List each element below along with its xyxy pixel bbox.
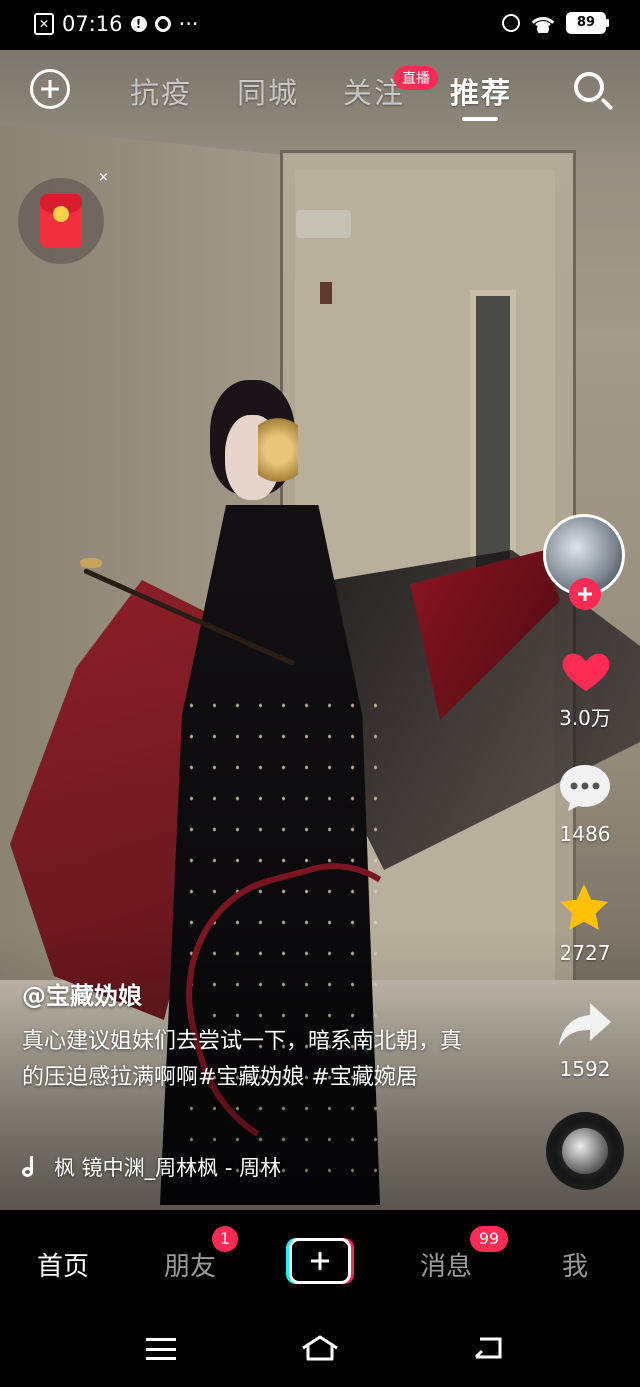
door-window [470, 290, 516, 592]
follow-plus-icon[interactable] [569, 578, 601, 610]
author-name[interactable]: @宝藏妫娘 [22, 976, 142, 1011]
nav-me[interactable]: 我 [562, 1246, 588, 1283]
q-icon [154, 16, 171, 32]
battery-indicator: 89 [566, 12, 609, 34]
create-button[interactable] [286, 1238, 354, 1284]
door-sign [320, 282, 332, 304]
red-envelope-widget[interactable] [18, 178, 104, 264]
gold-hair-ornament [258, 410, 298, 490]
active-tab-indicator [462, 117, 498, 121]
comment-icon[interactable] [557, 762, 613, 812]
wifi-icon [530, 13, 556, 33]
tab-nearby[interactable]: 同城 [237, 70, 299, 112]
menu-icon[interactable] [146, 1338, 176, 1360]
nav-messages[interactable]: 消息 [420, 1246, 472, 1283]
like-count: 3.0万 [559, 706, 611, 730]
nav-friends[interactable]: 朋友 [164, 1246, 216, 1283]
door-closer [296, 210, 351, 238]
heart-icon[interactable] [558, 642, 614, 698]
share-count: 1592 [559, 1057, 611, 1081]
close-icon[interactable]: × [98, 170, 109, 185]
back-icon[interactable] [472, 1336, 504, 1360]
plus-icon [289, 1238, 351, 1284]
video-caption[interactable]: 真心建议姐妹们去尝试一下，暗系南北朝，真的压迫感拉满啊啊#宝藏妫娘 #宝藏婉居 [22, 1024, 462, 1096]
alarm-icon [502, 14, 520, 32]
red-envelope-icon [40, 194, 82, 248]
alert-icon: ! [130, 16, 147, 32]
live-badge: 直播 [394, 66, 438, 90]
messages-badge: 99 [470, 1226, 508, 1252]
music-info[interactable]: 枫 镜中渊_周林枫 - 周林 [22, 1152, 281, 1182]
favorite-count: 2727 [559, 941, 611, 965]
status-time: 07:16 [62, 12, 123, 36]
comment-count: 1486 [559, 822, 611, 846]
music-note-icon [22, 1156, 40, 1178]
nav-home[interactable]: 首页 [37, 1246, 89, 1283]
friends-badge: 1 [212, 1226, 238, 1252]
close-box-icon: ✕ [34, 13, 54, 35]
more-icon: ··· [178, 12, 199, 36]
status-bar: ✕ 07:16 ! ··· 89 [0, 0, 640, 50]
share-icon[interactable] [556, 1000, 614, 1050]
tab-anti-epidemic[interactable]: 抗疫 [130, 70, 192, 112]
home-icon[interactable] [300, 1334, 340, 1362]
music-disc-icon[interactable] [546, 1112, 624, 1190]
pipe-bowl [80, 558, 102, 568]
add-circle-icon[interactable] [30, 69, 70, 109]
system-nav-bar [0, 1310, 640, 1387]
music-title: 枫 镜中渊_周林枫 - 周林 [54, 1156, 282, 1180]
bottom-nav: 首页 朋友 1 消息 99 我 [0, 1210, 640, 1310]
tab-recommended[interactable]: 推荐 [450, 70, 512, 112]
top-nav: 抗疫 同城 关注 直播 推荐 [0, 60, 640, 121]
star-icon[interactable] [556, 880, 612, 936]
search-icon[interactable] [574, 72, 604, 102]
